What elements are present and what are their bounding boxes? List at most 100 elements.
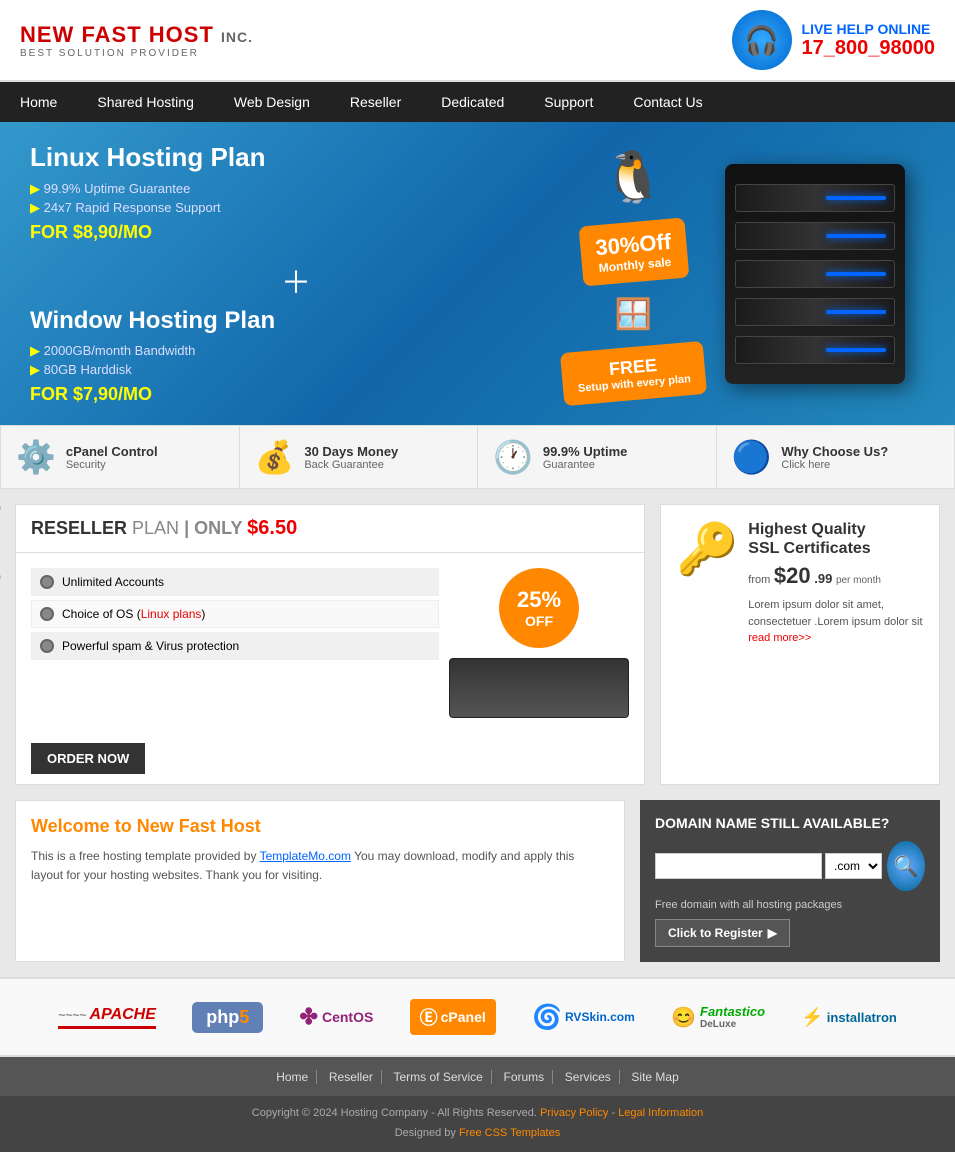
why-us-icon: 🔵 xyxy=(732,438,772,476)
register-button[interactable]: Click to Register ▶ xyxy=(655,919,790,947)
nav-support[interactable]: Support xyxy=(524,82,613,122)
server-slot-5 xyxy=(735,336,895,364)
legal-info-link[interactable]: Legal Information xyxy=(618,1107,703,1119)
banner-windows: Window Hosting Plan 2000GB/month Bandwid… xyxy=(30,307,562,405)
css-templates-link[interactable]: Free CSS Templates xyxy=(459,1127,560,1139)
plus-divider: ＋ xyxy=(30,258,562,302)
welcome-body: This is a free hosting template provided… xyxy=(31,847,609,885)
footer-bottom: Copyright © 2024 Hosting Company - All R… xyxy=(0,1096,955,1152)
ssl-title: Highest Quality SSL Certificates xyxy=(748,520,924,558)
money-title: 30 Days Money xyxy=(304,444,398,459)
server-slot-1 xyxy=(735,184,895,212)
support-area: 🎧 LIVE HELP ONLINE 17_800_98000 xyxy=(732,10,935,70)
live-help-text: LIVE HELP ONLINE xyxy=(802,21,935,37)
feature-uptime[interactable]: 🕐 99.9% Uptime Guarantee xyxy=(478,426,717,488)
nav-shared-hosting[interactable]: Shared Hosting xyxy=(77,82,214,122)
windows-title: Window Hosting Plan xyxy=(30,307,562,335)
centos-logo: ✤ CentOS xyxy=(300,1004,374,1030)
welcome-highlight: New Fast Host xyxy=(137,816,261,836)
nav-contact-us[interactable]: Contact Us xyxy=(613,82,722,122)
money-icon: 💰 xyxy=(255,438,295,476)
rvskin-logo: 🌀 RVSkin.com xyxy=(532,1003,635,1032)
footer-link-services[interactable]: Services xyxy=(557,1070,620,1084)
ssl-cents: .99 xyxy=(814,571,832,586)
nav-reseller[interactable]: Reseller xyxy=(330,82,421,122)
reseller-feature-1: Unlimited Accounts xyxy=(31,568,439,596)
linux-features-list: 99.9% Uptime Guarantee 24x7 Rapid Respon… xyxy=(30,181,562,216)
money-text: 30 Days Money Back Guarantee xyxy=(304,444,398,471)
footer-link-sitemap[interactable]: Site Map xyxy=(623,1070,686,1084)
windows-feature-1: 2000GB/month Bandwidth xyxy=(30,343,562,359)
server-rack-img xyxy=(449,658,629,718)
banner-center: 🐧 30%Off Monthly sale 🪟 FREE Setup with … xyxy=(562,148,705,400)
footer-link-tos[interactable]: Terms of Service xyxy=(386,1070,492,1084)
apache-logo: ~~~~ APACHE xyxy=(58,1006,156,1029)
reseller-header: RESELLER PLAN | ONLY $6.50 xyxy=(16,505,644,553)
cpanel-text: cPanel Control Security xyxy=(66,444,158,471)
live-help: LIVE HELP ONLINE 17_800_98000 xyxy=(802,21,935,60)
designed-by-line: Designed by Free CSS Templates xyxy=(8,1124,947,1144)
linux-feature-1: 99.9% Uptime Guarantee xyxy=(30,181,562,197)
feature-money-back[interactable]: 💰 30 Days Money Back Guarantee xyxy=(240,426,479,488)
reseller-features-list: Unlimited Accounts Choice of OS (Linux p… xyxy=(31,568,439,718)
installatron-logo: ⚡installatron xyxy=(801,1007,897,1028)
feature-why-us[interactable]: 🔵 Why Choose Us? Click here xyxy=(717,426,955,488)
linux-feature-2: 24x7 Rapid Response Support xyxy=(30,200,562,216)
designed-by-text: Designed by xyxy=(395,1127,456,1139)
header: NEW FAST HOST INC. BEST SOLUTION PROVIDE… xyxy=(0,0,955,82)
nav-web-design[interactable]: Web Design xyxy=(214,82,330,122)
phone-number[interactable]: 17_800_98000 xyxy=(802,37,935,60)
cpanel-logo: ⒺcPanel xyxy=(410,999,496,1035)
windows-icon: 🪟 xyxy=(615,297,652,332)
domain-input-area: .com .net .org xyxy=(655,853,882,879)
tux-icon: 🐧 xyxy=(602,148,664,207)
domain-ext-select[interactable]: .com .net .org xyxy=(825,853,882,879)
cpanel-subtitle: Security xyxy=(66,459,158,471)
feature-cpanel[interactable]: ⚙️ cPanel Control Security xyxy=(1,426,240,488)
ssl-title-line2: SSL Certificates xyxy=(748,540,870,557)
windows-features-list: 2000GB/month Bandwidth 80GB Harddisk xyxy=(30,343,562,378)
reseller-price: $6.50 xyxy=(247,517,297,539)
feature-bullet-3 xyxy=(40,639,54,653)
uptime-title: 99.9% Uptime xyxy=(543,444,628,459)
welcome-prefix: Welcome to xyxy=(31,816,132,836)
logo-text: NEW FAST HOST xyxy=(20,22,214,47)
main-nav: Home Shared Hosting Web Design Reseller … xyxy=(0,82,955,122)
templatemo-link[interactable]: TemplateMo.com xyxy=(260,849,351,863)
website-tag: www.heritagechristiancollege.com xyxy=(0,478,2,629)
ssl-price: from $20 .99 per month xyxy=(748,563,924,589)
nav-home[interactable]: Home xyxy=(0,82,77,122)
ssl-read-more-link[interactable]: read more>> xyxy=(748,632,811,644)
arrow-icon: ▶ xyxy=(768,926,777,940)
linux-title: Linux Hosting Plan xyxy=(30,142,562,173)
key-icon: 🔑 xyxy=(676,520,738,579)
footer-link-forums[interactable]: Forums xyxy=(495,1070,553,1084)
privacy-policy-link[interactable]: Privacy Policy xyxy=(540,1107,608,1119)
why-us-text: Why Choose Us? Click here xyxy=(781,444,888,471)
reseller-label: RESELLER xyxy=(31,518,127,538)
logo-tagline: BEST SOLUTION PROVIDER xyxy=(20,48,253,59)
order-now-button[interactable]: ORDER NOW xyxy=(31,743,145,774)
bottom-section: Welcome to New Fast Host This is a free … xyxy=(0,800,955,977)
domain-search-input[interactable] xyxy=(655,853,822,879)
live-help-status: ONLINE xyxy=(878,21,931,37)
php-logo: php5 xyxy=(192,1002,263,1033)
uptime-icon: 🕐 xyxy=(493,438,533,476)
ssl-inner: 🔑 Highest Quality SSL Certificates from … xyxy=(676,520,924,647)
domain-search-button[interactable]: 🔍 xyxy=(887,841,925,891)
footer-link-home[interactable]: Home xyxy=(268,1070,317,1084)
tech-logos-bar: ~~~~ APACHE php5 ✤ CentOS ⒺcPanel 🌀 RVSk… xyxy=(0,977,955,1057)
server-slot-2 xyxy=(735,222,895,250)
footer-link-reseller[interactable]: Reseller xyxy=(321,1070,382,1084)
welcome-title: Welcome to New Fast Host xyxy=(31,816,609,837)
ssl-dollar: $20 xyxy=(774,563,811,588)
linux-price: FOR $8,90/MO xyxy=(30,222,562,243)
ssl-text: Highest Quality SSL Certificates from $2… xyxy=(748,520,924,647)
register-btn-label: Click to Register xyxy=(668,926,763,940)
nav-dedicated[interactable]: Dedicated xyxy=(421,82,524,122)
ssl-section: 🔑 Highest Quality SSL Certificates from … xyxy=(660,504,940,785)
plan-label: PLAN xyxy=(132,518,179,538)
ssl-title-line1: Highest Quality xyxy=(748,521,865,538)
welcome-section: Welcome to New Fast Host This is a free … xyxy=(15,800,625,962)
banner-right xyxy=(705,164,925,384)
